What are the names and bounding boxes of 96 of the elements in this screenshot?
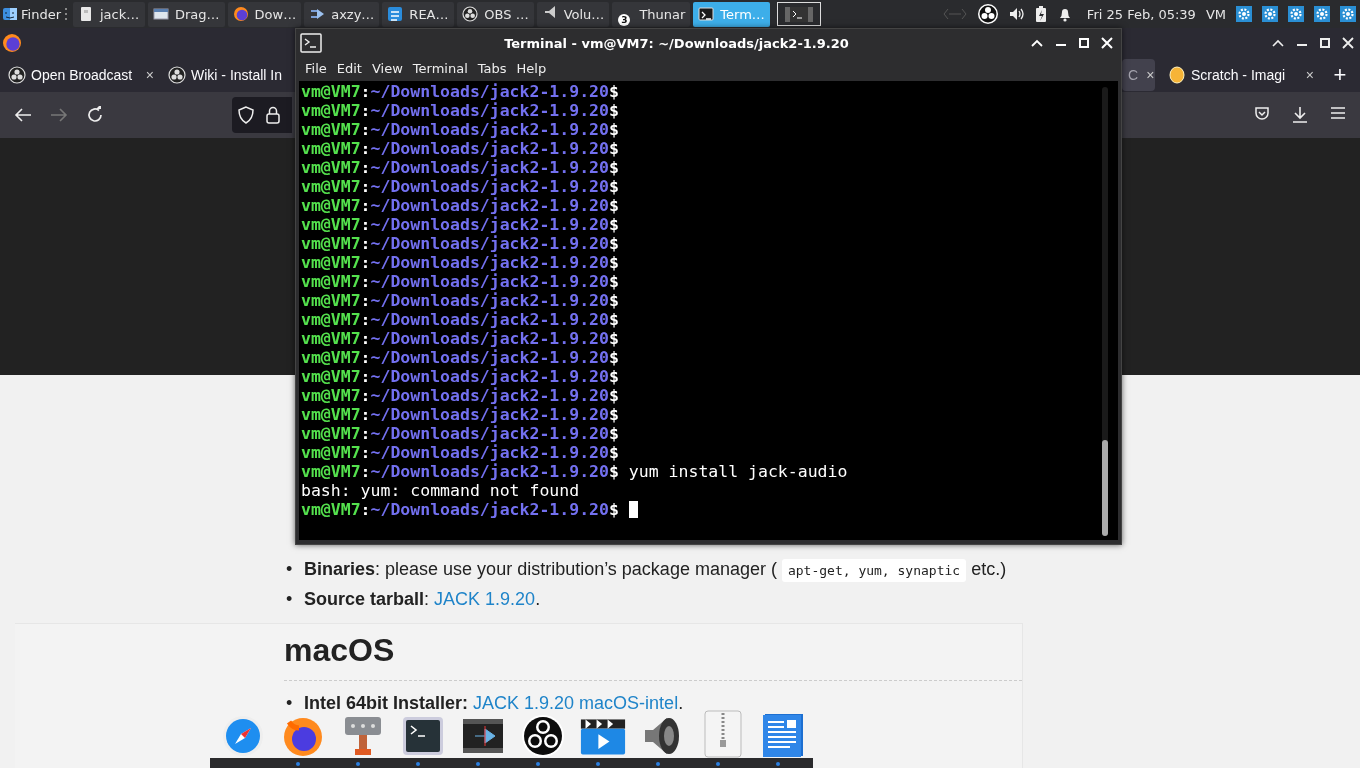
terminal-line: vm@VM7:~/Downloads/jack2-1.9.20$ (301, 405, 619, 424)
terminal-line: vm@VM7:~/Downloads/jack2-1.9.20$ (301, 139, 619, 158)
obs-icon (8, 66, 26, 84)
cat-icon (1168, 66, 1186, 84)
taskbar-button[interactable]: jack… (73, 1, 145, 27)
taskbar-button[interactable]: REA… (382, 1, 455, 27)
gear-icon[interactable] (1314, 6, 1330, 22)
terminal-line: vm@VM7:~/Downloads/jack2-1.9.20$ (301, 500, 638, 519)
terminal-line: vm@VM7:~/Downloads/jack2-1.9.20$ (301, 348, 619, 367)
lock-icon (266, 106, 280, 124)
terminal-line: vm@VM7:~/Downloads/jack2-1.9.20$ (301, 443, 619, 462)
bullet: • (286, 558, 294, 581)
handle-icon (64, 7, 68, 21)
terminal-line: vm@VM7:~/Downloads/jack2-1.9.20$ (301, 234, 619, 253)
taskbar-button[interactable]: axzy… (304, 1, 380, 27)
terminal-icon[interactable] (400, 714, 446, 758)
link[interactable]: JACK 1.9.20 (434, 589, 536, 609)
firefox-icon (2, 33, 22, 53)
gear-icon[interactable] (1262, 6, 1278, 22)
window-title: Terminal - vm@VM7: ~/Downloads/jack2-1.9.20 (503, 35, 850, 51)
terminal-line: vm@VM7:~/Downloads/jack2-1.9.20$ (301, 386, 619, 405)
window-icon (153, 6, 169, 22)
taskbar-button[interactable]: Dow… (227, 1, 302, 27)
chevron-up-icon[interactable] (1272, 39, 1284, 47)
terminal-line: vm@VM7:~/Downloads/jack2-1.9.20$ (301, 329, 619, 348)
document-icon[interactable] (760, 712, 806, 758)
taskbar-button[interactable]: OBS … (457, 1, 534, 27)
gear-icon[interactable] (1340, 6, 1356, 22)
terminal-line: vm@VM7:~/Downloads/jack2-1.9.20$ (301, 291, 619, 310)
list-item-text: Intel 64bit Installer: JACK 1.9.20 macOS-intel. (304, 692, 684, 715)
obs-icon (168, 66, 186, 84)
document-icon (387, 6, 404, 22)
list-item-text: Source tarball: JACK 1.9.20. (304, 588, 541, 611)
menu-item[interactable]: File (300, 60, 332, 76)
count-badge: 3 (618, 13, 631, 26)
terminal-line: vm@VM7:~/Downloads/jack2-1.9.20$ (301, 177, 619, 196)
terminal-line: vm@VM7:~/Downloads/jack2-1.9.20$ (301, 272, 619, 291)
list-item-text: Binaries: please use your distribution’s package manager ( apt-get, yum, synaptic etc.) (304, 555, 1007, 585)
gear-icon[interactable] (1288, 6, 1304, 22)
arrow-icon (309, 6, 326, 22)
gear-icon[interactable] (1236, 6, 1252, 22)
terminal-line: vm@VM7:~/Downloads/jack2-1.9.20$ (301, 253, 619, 272)
finder-icon (2, 6, 18, 22)
browser-tab[interactable]: C × (1122, 59, 1155, 91)
close-icon[interactable] (1342, 37, 1354, 49)
pocket-icon[interactable] (1254, 106, 1270, 122)
new-tab-button[interactable]: + (1320, 62, 1360, 88)
section-heading: macOS (284, 631, 395, 670)
link[interactable]: JACK 1.9.20 macOS-intel (473, 693, 679, 713)
terminal-line: vm@VM7:~/Downloads/jack2-1.9.20$ (301, 215, 619, 234)
file-icon (78, 6, 94, 22)
clock[interactable]: Fri 25 Feb, 05:39 (1086, 6, 1196, 22)
workspace-pager[interactable] (776, 2, 821, 26)
terminal-icon (698, 6, 715, 22)
terminal-line: vm@VM7:~/Downloads/jack2-1.9.20$ (301, 424, 619, 443)
terminal-icon (300, 33, 322, 53)
address-field[interactable] (232, 97, 292, 133)
menu-item[interactable]: View (366, 60, 408, 76)
obs-icon (462, 6, 479, 22)
scrollbar[interactable] (1102, 87, 1108, 536)
download-icon[interactable] (1292, 106, 1308, 124)
terminal-line: vm@VM7:~/Downloads/jack2-1.9.20$ (301, 101, 619, 120)
browser-tab[interactable]: Open Broadcast × (0, 59, 160, 91)
reload-icon[interactable] (86, 106, 104, 124)
shield-icon (238, 106, 254, 124)
bullet: • (286, 588, 294, 611)
menu-item[interactable]: Help (511, 60, 552, 76)
terminal-line: vm@VM7:~/Downloads/jack2-1.9.20$ (301, 82, 619, 101)
maximize-icon[interactable] (1320, 38, 1330, 48)
menu-item[interactable]: Edit (331, 60, 367, 76)
menu-icon[interactable] (1330, 106, 1346, 120)
volume-icon[interactable] (1008, 6, 1025, 22)
terminal-line: vm@VM7:~/Downloads/jack2-1.9.20$ (301, 196, 619, 215)
bullet: • (286, 692, 294, 715)
obs-icon[interactable] (976, 3, 999, 25)
browser-tab[interactable]: Wiki - Install In (160, 59, 295, 91)
user-label[interactable]: VM (1205, 6, 1226, 22)
terminal-icon (783, 5, 814, 23)
terminal-line: vm@VM7:~/Downloads/jack2-1.9.20$ (301, 310, 619, 329)
firefox-icon (232, 6, 249, 22)
back-icon[interactable] (14, 107, 32, 123)
terminal-line: vm@VM7:~/Downloads/jack2-1.9.20$ (301, 367, 619, 386)
menu-item[interactable]: Terminal (407, 60, 473, 76)
terminal-line: vm@VM7:~/Downloads/jack2-1.9.20$ yum install jack-audio (301, 462, 848, 481)
taskbar-button[interactable]: Volu… (536, 1, 610, 27)
menu-item[interactable]: Tabs (472, 60, 512, 76)
terminal-line: vm@VM7:~/Downloads/jack2-1.9.20$ (301, 158, 619, 177)
browser-tab[interactable]: Scratch - Imagi × (1160, 59, 1320, 91)
forward-icon[interactable] (50, 107, 68, 123)
launcher-button[interactable]: Finder (2, 6, 61, 22)
terminal-line: vm@VM7:~/Downloads/jack2-1.9.20$ (301, 120, 619, 139)
battery-icon[interactable] (1034, 5, 1047, 23)
terminal-line: bash: yum: command not found (301, 481, 580, 500)
obs-icon[interactable] (520, 714, 566, 758)
taskbar-button[interactable]: Drag… (148, 1, 225, 27)
taskbar-button[interactable]: 3 Thunar (612, 1, 691, 27)
